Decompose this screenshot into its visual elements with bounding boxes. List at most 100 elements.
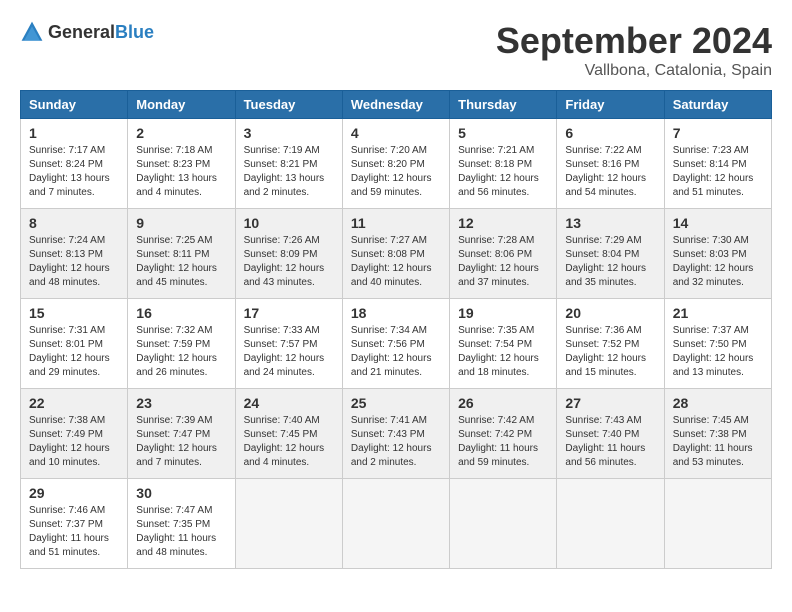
day-number: 10 [244, 215, 334, 231]
calendar-cell: 28 Sunrise: 7:45 AMSunset: 7:38 PMDayligh… [664, 389, 771, 479]
logo: GeneralBlue [20, 20, 154, 44]
calendar-cell: 7Sunrise: 7:23 AMSunset: 8:14 PMDaylight… [664, 119, 771, 209]
day-number: 15 [29, 305, 119, 321]
calendar-cell: 22Sunrise: 7:38 AMSunset: 7:49 PMDayligh… [21, 389, 128, 479]
calendar-cell: 2 Sunrise: 7:18 AMSunset: 8:23 PMDaylight… [128, 119, 235, 209]
weekday-header-saturday: Saturday [664, 91, 771, 119]
day-content: Sunrise: 7:21 AMSunset: 8:18 PMDaylight:… [458, 144, 548, 200]
calendar-cell: 4Sunrise: 7:20 AMSunset: 8:20 PMDaylight… [342, 119, 449, 209]
weekday-header-thursday: Thursday [450, 91, 557, 119]
day-number: 2 [136, 125, 226, 141]
calendar-cell: 14 Sunrise: 7:30 AMSunset: 8:03 PMDayligh… [664, 209, 771, 299]
calendar-cell: 11 Sunrise: 7:27 AMSunset: 8:08 PMDayligh… [342, 209, 449, 299]
day-number: 8 [29, 215, 119, 231]
day-content: Sunrise: 7:37 AMSunset: 7:50 PMDaylight:… [673, 324, 763, 380]
calendar-cell: 8 Sunrise: 7:24 AMSunset: 8:13 PMDaylight… [21, 209, 128, 299]
day-content: Sunrise: 7:40 AMSunset: 7:45 PMDaylight:… [244, 414, 334, 470]
calendar-cell [557, 479, 664, 569]
calendar-cell [342, 479, 449, 569]
day-content: Sunrise: 7:20 AMSunset: 8:20 PMDaylight:… [351, 144, 441, 200]
day-content: Sunrise: 7:23 AMSunset: 8:14 PMDaylight:… [673, 144, 763, 200]
day-number: 16 [136, 305, 226, 321]
day-number: 29 [29, 485, 119, 501]
day-content: Sunrise: 7:28 AMSunset: 8:06 PMDaylight:… [458, 234, 548, 290]
weekday-header-tuesday: Tuesday [235, 91, 342, 119]
day-number: 30 [136, 485, 226, 501]
day-content: Sunrise: 7:24 AMSunset: 8:13 PMDaylight:… [29, 234, 119, 290]
day-content: Sunrise: 7:43 AMSunset: 7:40 PMDaylight:… [565, 414, 655, 470]
header: GeneralBlue September 2024 Vallbona, Cat… [20, 20, 772, 80]
day-content: Sunrise: 7:47 AMSunset: 7:35 PMDaylight:… [136, 504, 226, 560]
weekday-header-row: SundayMondayTuesdayWednesdayThursdayFrid… [21, 91, 772, 119]
week-row-1: 1Sunrise: 7:17 AMSunset: 8:24 PMDaylight… [21, 119, 772, 209]
day-content: Sunrise: 7:29 AMSunset: 8:04 PMDaylight:… [565, 234, 655, 290]
day-number: 19 [458, 305, 548, 321]
day-number: 25 [351, 395, 441, 411]
day-number: 23 [136, 395, 226, 411]
day-content: Sunrise: 7:30 AMSunset: 8:03 PMDaylight:… [673, 234, 763, 290]
logo-general: General [48, 22, 115, 42]
day-content: Sunrise: 7:31 AMSunset: 8:01 PMDaylight:… [29, 324, 119, 380]
day-content: Sunrise: 7:26 AMSunset: 8:09 PMDaylight:… [244, 234, 334, 290]
day-content: Sunrise: 7:32 AMSunset: 7:59 PMDaylight:… [136, 324, 226, 380]
day-number: 5 [458, 125, 548, 141]
weekday-header-sunday: Sunday [21, 91, 128, 119]
calendar-cell [235, 479, 342, 569]
day-content: Sunrise: 7:25 AMSunset: 8:11 PMDaylight:… [136, 234, 226, 290]
logo-blue: Blue [115, 22, 154, 42]
day-content: Sunrise: 7:42 AMSunset: 7:42 PMDaylight:… [458, 414, 548, 470]
day-number: 1 [29, 125, 119, 141]
day-content: Sunrise: 7:18 AMSunset: 8:23 PMDaylight:… [136, 144, 226, 200]
day-content: Sunrise: 7:35 AMSunset: 7:54 PMDaylight:… [458, 324, 548, 380]
day-number: 18 [351, 305, 441, 321]
calendar-cell: 26Sunrise: 7:42 AMSunset: 7:42 PMDayligh… [450, 389, 557, 479]
day-number: 13 [565, 215, 655, 231]
calendar-cell: 19 Sunrise: 7:35 AMSunset: 7:54 PMDayligh… [450, 299, 557, 389]
day-content: Sunrise: 7:27 AMSunset: 8:08 PMDaylight:… [351, 234, 441, 290]
calendar-cell: 15 Sunrise: 7:31 AMSunset: 8:01 PMDayligh… [21, 299, 128, 389]
week-row-2: 8 Sunrise: 7:24 AMSunset: 8:13 PMDaylight… [21, 209, 772, 299]
calendar-cell: 3 Sunrise: 7:19 AMSunset: 8:21 PMDaylight… [235, 119, 342, 209]
calendar-cell: 13 Sunrise: 7:29 AMSunset: 8:04 PMDayligh… [557, 209, 664, 299]
day-content: Sunrise: 7:19 AMSunset: 8:21 PMDaylight:… [244, 144, 334, 200]
week-row-4: 22Sunrise: 7:38 AMSunset: 7:49 PMDayligh… [21, 389, 772, 479]
calendar-cell: 29Sunrise: 7:46 AMSunset: 7:37 PMDayligh… [21, 479, 128, 569]
day-content: Sunrise: 7:34 AMSunset: 7:56 PMDaylight:… [351, 324, 441, 380]
weekday-header-friday: Friday [557, 91, 664, 119]
day-number: 11 [351, 215, 441, 231]
weekday-header-monday: Monday [128, 91, 235, 119]
day-number: 24 [244, 395, 334, 411]
calendar-cell: 10 Sunrise: 7:26 AMSunset: 8:09 PMDayligh… [235, 209, 342, 299]
month-title: September 2024 [496, 20, 772, 62]
calendar-cell: 5 Sunrise: 7:21 AMSunset: 8:18 PMDaylight… [450, 119, 557, 209]
day-content: Sunrise: 7:36 AMSunset: 7:52 PMDaylight:… [565, 324, 655, 380]
week-row-5: 29Sunrise: 7:46 AMSunset: 7:37 PMDayligh… [21, 479, 772, 569]
calendar-cell: 21Sunrise: 7:37 AMSunset: 7:50 PMDayligh… [664, 299, 771, 389]
calendar-cell: 1Sunrise: 7:17 AMSunset: 8:24 PMDaylight… [21, 119, 128, 209]
day-number: 28 [673, 395, 763, 411]
calendar-cell: 25 Sunrise: 7:41 AMSunset: 7:43 PMDayligh… [342, 389, 449, 479]
calendar-cell: 30 Sunrise: 7:47 AMSunset: 7:35 PMDayligh… [128, 479, 235, 569]
day-content: Sunrise: 7:33 AMSunset: 7:57 PMDaylight:… [244, 324, 334, 380]
title-area: September 2024 Vallbona, Catalonia, Spai… [496, 20, 772, 80]
calendar-cell: 27Sunrise: 7:43 AMSunset: 7:40 PMDayligh… [557, 389, 664, 479]
logo-icon [20, 20, 44, 44]
day-number: 17 [244, 305, 334, 321]
calendar-cell: 16 Sunrise: 7:32 AMSunset: 7:59 PMDayligh… [128, 299, 235, 389]
calendar-cell: 20Sunrise: 7:36 AMSunset: 7:52 PMDayligh… [557, 299, 664, 389]
day-number: 22 [29, 395, 119, 411]
day-content: Sunrise: 7:22 AMSunset: 8:16 PMDaylight:… [565, 144, 655, 200]
day-number: 3 [244, 125, 334, 141]
calendar-cell: 17 Sunrise: 7:33 AMSunset: 7:57 PMDayligh… [235, 299, 342, 389]
calendar-cell: 6 Sunrise: 7:22 AMSunset: 8:16 PMDaylight… [557, 119, 664, 209]
calendar-cell: 9 Sunrise: 7:25 AMSunset: 8:11 PMDaylight… [128, 209, 235, 299]
day-number: 14 [673, 215, 763, 231]
day-number: 6 [565, 125, 655, 141]
calendar-cell: 18 Sunrise: 7:34 AMSunset: 7:56 PMDayligh… [342, 299, 449, 389]
day-content: Sunrise: 7:41 AMSunset: 7:43 PMDaylight:… [351, 414, 441, 470]
day-content: Sunrise: 7:45 AMSunset: 7:38 PMDaylight:… [673, 414, 763, 470]
day-number: 9 [136, 215, 226, 231]
calendar-cell [450, 479, 557, 569]
calendar-table: SundayMondayTuesdayWednesdayThursdayFrid… [20, 90, 772, 569]
weekday-header-wednesday: Wednesday [342, 91, 449, 119]
